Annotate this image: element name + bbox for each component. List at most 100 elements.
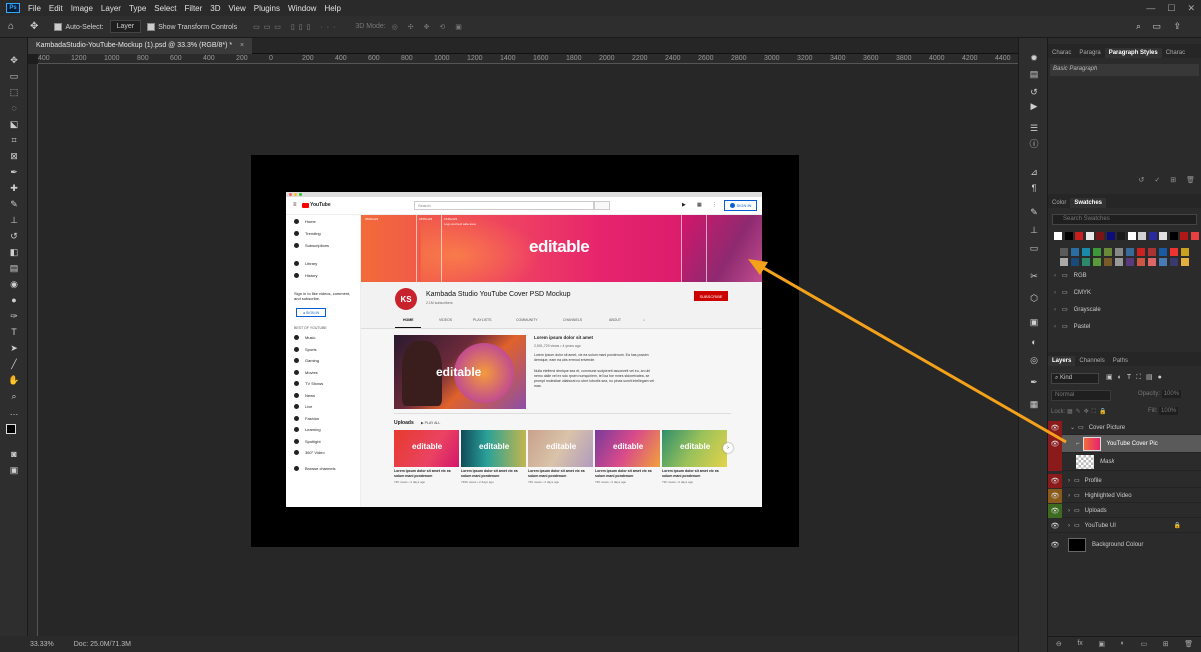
swatch[interactable]: [1181, 248, 1189, 256]
menu-edit[interactable]: Edit: [45, 4, 67, 13]
doc-size[interactable]: Doc: 25.0M/71.3M: [74, 641, 131, 648]
layer-filter-icons[interactable]: ▣◐T⛶▤●: [1106, 373, 1167, 382]
visibility-eye-icon[interactable]: [1048, 452, 1062, 471]
swatch[interactable]: [1127, 232, 1136, 240]
share-icon[interactable]: ⇪: [1173, 21, 1181, 32]
commit-icon[interactable]: ✓: [1154, 176, 1160, 188]
object-select-tool-icon[interactable]: ⬕: [7, 118, 21, 130]
link-layers-icon[interactable]: ⊖: [1056, 640, 1062, 648]
swatch[interactable]: [1180, 232, 1188, 240]
zoom-level[interactable]: 33.33%: [30, 641, 54, 648]
menu-window[interactable]: Window: [284, 4, 320, 13]
swatch[interactable]: [1181, 258, 1189, 266]
swatch[interactable]: [1075, 232, 1083, 240]
swatch[interactable]: [1071, 258, 1079, 266]
healing-tool-icon[interactable]: ✚: [7, 182, 21, 194]
swatch[interactable]: [1159, 232, 1167, 240]
search-icon[interactable]: ⌕: [1136, 21, 1141, 32]
layer-highlighted-video[interactable]: 👁 › ▭ Highlighted Video: [1048, 488, 1201, 503]
swatch[interactable]: [1138, 232, 1146, 240]
workspace-icon[interactable]: ▭: [1152, 21, 1161, 32]
swatch[interactable]: [1190, 232, 1199, 240]
visibility-eye-icon[interactable]: 👁: [1048, 434, 1062, 453]
brush-tool-icon[interactable]: ✎: [7, 198, 21, 210]
artboard-tool-icon[interactable]: ▭: [7, 70, 21, 82]
tab-paths[interactable]: Paths: [1109, 356, 1132, 366]
new-layer-icon[interactable]: ⊞: [1163, 640, 1169, 648]
search-swatches-input[interactable]: Search Swatches: [1052, 214, 1197, 225]
line-tool-icon[interactable]: ╱: [7, 358, 21, 370]
menu-view[interactable]: View: [225, 4, 250, 13]
layer-cover-picture[interactable]: 👁 ⌄ ▭ Cover Picture: [1048, 420, 1201, 435]
lasso-tool-icon[interactable]: ◌: [7, 102, 21, 114]
vertical-ruler[interactable]: [28, 64, 38, 636]
dodge-tool-icon[interactable]: ●: [7, 294, 21, 306]
eraser-tool-icon[interactable]: ◧: [7, 246, 21, 258]
eyedropper-tool-icon[interactable]: ✒: [7, 166, 21, 178]
history-brush-tool-icon[interactable]: ↺: [7, 230, 21, 242]
more-tools-icon[interactable]: …: [7, 406, 21, 418]
foreground-color-swatch[interactable]: [6, 424, 16, 434]
layer-youtube-cover-pic[interactable]: 👁 ⌐ YouTube Cover Pic: [1048, 434, 1201, 453]
notes-icon[interactable]: ▭: [1028, 242, 1040, 254]
chevron-down-icon[interactable]: ⌄: [1070, 424, 1075, 431]
swatch[interactable]: [1064, 232, 1073, 240]
swatch[interactable]: [1082, 248, 1090, 256]
channels-icon[interactable]: ◎: [1028, 354, 1040, 366]
swatch[interactable]: [1085, 232, 1094, 240]
chevron-right-icon[interactable]: ›: [1068, 493, 1070, 499]
pen-tool-icon[interactable]: ✑: [7, 310, 21, 322]
brushes-icon[interactable]: ✎: [1028, 206, 1040, 218]
maximize-button[interactable]: ☐: [1167, 3, 1175, 14]
swatch[interactable]: [1148, 232, 1157, 240]
swatch[interactable]: [1060, 248, 1068, 256]
tab-paragraph[interactable]: Paragra: [1075, 48, 1104, 58]
tab-character-styles[interactable]: Charac: [1162, 48, 1189, 58]
quick-mask-icon[interactable]: ◙: [7, 448, 21, 460]
swatch[interactable]: [1082, 258, 1090, 266]
chevron-right-icon[interactable]: ›: [1068, 478, 1070, 484]
auto-select-dropdown[interactable]: Layer: [109, 20, 142, 33]
align-icons[interactable]: ▭▭▭ ▯▯▯ ···: [253, 23, 339, 31]
tab-swatches[interactable]: Swatches: [1070, 198, 1107, 208]
screen-mode-icon[interactable]: ▣: [7, 464, 21, 476]
zoom-tool-icon[interactable]: ⌕: [7, 390, 21, 402]
swatch[interactable]: [1126, 258, 1134, 266]
adjustments-icon[interactable]: ⊿: [1028, 166, 1040, 178]
visibility-eye-icon[interactable]: 👁: [1048, 503, 1062, 518]
swatch[interactable]: [1159, 248, 1167, 256]
properties-icon[interactable]: ☰: [1028, 122, 1040, 134]
new-group-icon[interactable]: ▭: [1141, 640, 1148, 648]
layer-mask[interactable]: Mask: [1048, 452, 1201, 471]
document-tab[interactable]: KambadaStudio-YouTube-Mockup (1).psd @ 3…: [28, 38, 253, 54]
tab-channels[interactable]: Channels: [1075, 356, 1108, 366]
swatch[interactable]: [1115, 258, 1123, 266]
opacity-value[interactable]: 100%: [1161, 390, 1182, 398]
actions-icon[interactable]: ▶: [1028, 100, 1040, 112]
swatch[interactable]: [1137, 248, 1145, 256]
swatch[interactable]: [1148, 248, 1156, 256]
move-tool-icon[interactable]: ✥: [30, 21, 38, 32]
move-tool-icon[interactable]: ✥: [7, 54, 21, 66]
swatch[interactable]: [1117, 232, 1125, 240]
layer-uploads[interactable]: 👁 › ▭ Uploads: [1048, 503, 1201, 518]
adjustment-layer-icon[interactable]: ◐: [1121, 640, 1125, 647]
tools-preset-icon[interactable]: ✂: [1028, 270, 1040, 282]
menu-3d[interactable]: 3D: [206, 4, 224, 13]
history-icon[interactable]: ↺: [1028, 86, 1040, 98]
layer-youtube-ui[interactable]: 👁 › ▭ YouTube UI 🔒: [1048, 519, 1201, 533]
swatch-group-pastel[interactable]: › ▭ Pastel: [1054, 323, 1090, 331]
swatch[interactable]: [1093, 248, 1101, 256]
swatch[interactable]: [1104, 248, 1112, 256]
info-icon[interactable]: ⓘ: [1028, 138, 1040, 150]
visibility-eye-icon[interactable]: 👁: [1048, 519, 1062, 533]
tab-character[interactable]: Charac: [1048, 48, 1075, 58]
horizontal-ruler[interactable]: 400 1200 1000 800 600 400 200 0 200 400 600 800 1000…: [38, 54, 1018, 64]
show-transform-checkbox[interactable]: [147, 22, 156, 31]
swatch[interactable]: [1126, 248, 1134, 256]
swatch[interactable]: [1054, 232, 1062, 240]
layer-background-colour[interactable]: 👁 Background Colour: [1048, 535, 1201, 555]
stamp-tool-icon[interactable]: ⊥: [7, 214, 21, 226]
auto-select-checkbox[interactable]: [54, 22, 63, 31]
clone-source-icon[interactable]: ⊥: [1028, 224, 1040, 236]
